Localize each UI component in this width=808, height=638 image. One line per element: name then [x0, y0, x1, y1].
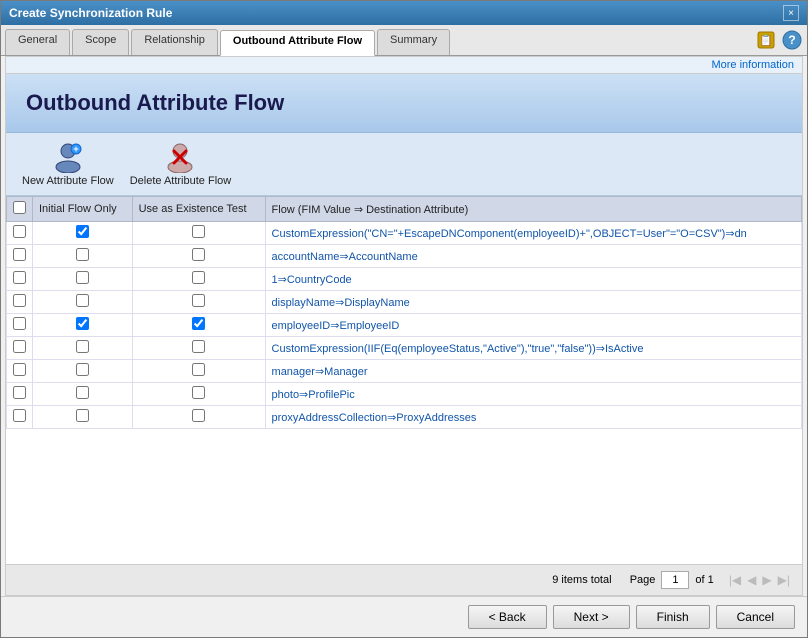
flow-value: photo⇒ProfilePic — [265, 383, 801, 406]
toolbar: + New Attribute Flow Delete Attribute Fl… — [6, 133, 802, 196]
flow-value: accountName⇒AccountName — [265, 245, 801, 268]
table-body: CustomExpression("CN="+EscapeDNComponent… — [7, 222, 802, 429]
back-button[interactable]: < Back — [468, 605, 547, 629]
page-title: Outbound Attribute Flow — [26, 90, 782, 116]
svg-text:📋: 📋 — [759, 34, 773, 47]
initial-flow-checkbox[interactable] — [76, 363, 89, 376]
flow-value: proxyAddressCollection⇒ProxyAddresses — [265, 406, 801, 429]
existence-test-checkbox[interactable] — [192, 363, 205, 376]
svg-text:?: ? — [788, 33, 795, 47]
table-header-row: Initial Flow Only Use as Existence Test … — [7, 197, 802, 222]
initial-flow-checkbox[interactable] — [76, 386, 89, 399]
initial-flow-checkbox[interactable] — [76, 225, 89, 238]
question-icon-btn[interactable]: ? — [781, 29, 803, 51]
existence-test-checkbox[interactable] — [192, 409, 205, 422]
tab-relationship[interactable]: Relationship — [131, 29, 218, 55]
existence-test-checkbox[interactable] — [192, 386, 205, 399]
help-icon-btn[interactable]: 📋 — [755, 29, 777, 51]
row-select-checkbox[interactable] — [13, 363, 26, 376]
table-row: 1⇒CountryCode — [7, 268, 802, 291]
content-area: More information Outbound Attribute Flow… — [5, 56, 803, 596]
cancel-button[interactable]: Cancel — [716, 605, 795, 629]
dialog-title: Create Synchronization Rule — [9, 6, 172, 20]
close-button[interactable]: × — [783, 5, 799, 21]
page-label: Page — [630, 574, 656, 586]
existence-test-checkbox[interactable] — [192, 248, 205, 261]
footer-bar: < Back Next > Finish Cancel — [1, 596, 807, 637]
row-select-checkbox[interactable] — [13, 248, 26, 261]
initial-flow-checkbox[interactable] — [76, 317, 89, 330]
flow-value: employeeID⇒EmployeeID — [265, 314, 801, 337]
flow-value: displayName⇒DisplayName — [265, 291, 801, 314]
items-total: 9 items total — [552, 574, 611, 586]
flow-value: 1⇒CountryCode — [265, 268, 801, 291]
tabs-left: General Scope Relationship Outbound Attr… — [5, 29, 452, 55]
svg-text:+: + — [73, 144, 78, 154]
page-number-input[interactable] — [661, 571, 689, 589]
initial-flow-checkbox[interactable] — [76, 340, 89, 353]
col-header-existence-test: Use as Existence Test — [132, 197, 265, 222]
table-container: Initial Flow Only Use as Existence Test … — [6, 196, 802, 564]
table-row: proxyAddressCollection⇒ProxyAddresses — [7, 406, 802, 429]
row-select-checkbox[interactable] — [13, 386, 26, 399]
question-icon: ? — [782, 30, 802, 50]
new-flow-label: New Attribute Flow — [22, 175, 114, 187]
row-select-checkbox[interactable] — [13, 317, 26, 330]
initial-flow-checkbox[interactable] — [76, 409, 89, 422]
existence-test-checkbox[interactable] — [192, 317, 205, 330]
dialog: Create Synchronization Rule × General Sc… — [0, 0, 808, 638]
row-select-checkbox[interactable] — [13, 225, 26, 238]
select-all-checkbox[interactable] — [13, 201, 26, 214]
col-header-flow: Flow (FIM Value ⇒ Destination Attribute) — [265, 197, 801, 222]
row-select-checkbox[interactable] — [13, 271, 26, 284]
tab-outbound-attr-flow[interactable]: Outbound Attribute Flow — [220, 30, 375, 56]
table-row: CustomExpression("CN="+EscapeDNComponent… — [7, 222, 802, 245]
tab-summary[interactable]: Summary — [377, 29, 450, 55]
flow-value: manager⇒Manager — [265, 360, 801, 383]
delete-flow-label: Delete Attribute Flow — [130, 175, 232, 187]
first-page-button[interactable]: |◀ — [729, 573, 741, 587]
table-row: displayName⇒DisplayName — [7, 291, 802, 314]
next-button[interactable]: Next > — [553, 605, 630, 629]
flow-value: CustomExpression("CN="+EscapeDNComponent… — [265, 222, 801, 245]
of-label: of 1 — [695, 574, 713, 586]
tabs-row: General Scope Relationship Outbound Attr… — [1, 25, 807, 56]
col-header-select — [7, 197, 33, 222]
row-select-checkbox[interactable] — [13, 340, 26, 353]
new-attribute-flow-button[interactable]: + New Attribute Flow — [22, 141, 114, 187]
initial-flow-checkbox[interactable] — [76, 294, 89, 307]
existence-test-checkbox[interactable] — [192, 340, 205, 353]
tabs-right: 📋 ? — [755, 29, 803, 55]
finish-button[interactable]: Finish — [636, 605, 710, 629]
initial-flow-checkbox[interactable] — [76, 271, 89, 284]
last-page-button[interactable]: ▶| — [778, 573, 790, 587]
tab-scope[interactable]: Scope — [72, 29, 129, 55]
pagination-bar: 9 items total Page of 1 |◀ ◀ ▶ ▶| — [6, 564, 802, 595]
table-row: photo⇒ProfilePic — [7, 383, 802, 406]
table-row: employeeID⇒EmployeeID — [7, 314, 802, 337]
page-header: Outbound Attribute Flow — [6, 74, 802, 133]
delete-flow-icon — [164, 141, 196, 173]
prev-page-button[interactable]: ◀ — [747, 573, 756, 587]
table-row: manager⇒Manager — [7, 360, 802, 383]
initial-flow-checkbox[interactable] — [76, 248, 89, 261]
title-bar: Create Synchronization Rule × — [1, 1, 807, 25]
attribute-flow-table: Initial Flow Only Use as Existence Test … — [6, 196, 802, 429]
delete-attribute-flow-button[interactable]: Delete Attribute Flow — [130, 141, 232, 187]
new-flow-icon: + — [52, 141, 84, 173]
row-select-checkbox[interactable] — [13, 409, 26, 422]
address-book-icon: 📋 — [756, 30, 776, 50]
existence-test-checkbox[interactable] — [192, 225, 205, 238]
table-row: CustomExpression(IIF(Eq(employeeStatus,"… — [7, 337, 802, 360]
row-select-checkbox[interactable] — [13, 294, 26, 307]
col-header-initial-flow: Initial Flow Only — [33, 197, 133, 222]
table-row: accountName⇒AccountName — [7, 245, 802, 268]
flow-value: CustomExpression(IIF(Eq(employeeStatus,"… — [265, 337, 801, 360]
tab-general[interactable]: General — [5, 29, 70, 55]
more-info-link[interactable]: More information — [6, 57, 802, 74]
next-page-button[interactable]: ▶ — [762, 573, 771, 587]
existence-test-checkbox[interactable] — [192, 294, 205, 307]
existence-test-checkbox[interactable] — [192, 271, 205, 284]
